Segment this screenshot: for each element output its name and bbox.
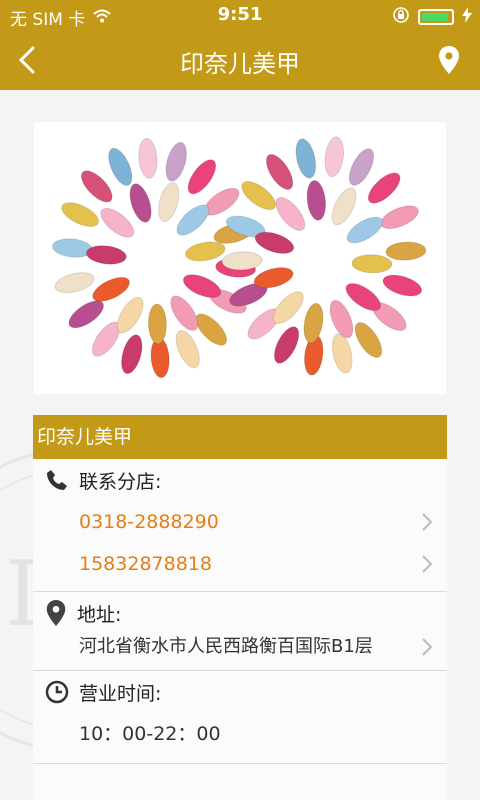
nail-tip [147,303,167,345]
nail-tip [100,207,135,238]
store-info-card: 印奈儿美甲 联系分店: 0318-2888290 15832878818 地址: [33,415,447,800]
nail-tip [348,148,375,186]
address-row[interactable]: 河北省衡水市人民西路衡百国际B1层 [33,634,447,670]
phone-number-2: 15832878818 [79,553,212,575]
nail-tip [303,302,324,344]
nail-tip [367,172,401,204]
hours-label: 营业时间: [79,682,162,705]
charging-icon [462,7,472,27]
store-photo [34,122,446,394]
phone-number-1: 0318-2888290 [79,511,219,533]
address-text: 河北省衡水市人民西路衡百国际B1层 [79,636,373,657]
nail-tip [275,196,306,231]
nail-tip [272,291,304,325]
address-label: 地址: [77,603,122,626]
nail-tip [273,326,300,364]
nail-tip [121,334,143,375]
address-heading: 地址: [33,592,447,634]
contact-section: 联系分店: 0318-2888290 15832878818 [33,459,447,592]
nail-tip [158,182,180,223]
nail-tip [187,159,217,195]
store-name-header: 印奈儿美甲 [33,415,447,459]
nail-tip [380,205,419,230]
battery-icon [418,9,454,25]
nail-tip [385,241,427,261]
nail-tip [195,313,228,346]
nail-tip [329,299,354,339]
navigation-bar: 印奈儿美甲 [0,30,480,90]
orientation-lock-icon [392,6,410,28]
nail-tip [351,254,393,274]
nail-tip [265,153,294,190]
clock-icon [45,680,69,704]
nail-tip [295,138,317,179]
location-pin-icon [439,46,459,74]
nail-tip [129,183,152,223]
nail-tip [138,137,158,179]
page-title: 印奈儿美甲 [180,50,300,78]
nail-tip [175,330,200,369]
nail-tip [346,216,384,244]
contact-heading: 联系分店: [33,459,447,501]
address-section[interactable]: 地址: 河北省衡水市人民西路衡百国际B1层 [33,592,447,671]
nail-art-image [51,136,427,379]
nail-tip [61,202,100,227]
phone-row-2[interactable]: 15832878818 [33,543,447,585]
hours-text: 10：00-22：00 [79,723,221,745]
chevron-right-icon [422,513,433,531]
nail-tip [331,187,357,226]
nail-tip [54,272,95,294]
nail-tip [354,322,383,359]
nail-tip [108,147,133,186]
nail-tip [170,295,199,331]
location-pin-icon [46,600,66,626]
nail-tip [382,274,423,297]
main-content: IMP 印奈儿美甲 联系分店: 0318-2888290 15832878818 [0,90,480,800]
phone-icon [47,470,67,490]
nail-tip [221,251,263,271]
nail-tip [80,170,113,203]
nail-tip [165,141,187,182]
hours-heading: 营业时间: [33,671,447,713]
hours-section: 营业时间: 10：00-22：00 [33,671,447,764]
nail-tip [241,181,277,211]
contact-label: 联系分店: [79,470,162,493]
nail-tip [85,245,127,265]
nail-tip [331,333,353,374]
nail-tip [345,282,382,312]
chevron-right-icon [422,555,433,573]
chevron-right-icon [422,638,433,656]
nail-tip [116,296,144,334]
nail-tip [324,136,345,178]
nail-tip [306,180,327,221]
status-right [392,6,472,28]
status-bar: 无 SIM 卡 9:51 [0,0,480,30]
phone-row-1[interactable]: 0318-2888290 [33,501,447,543]
nail-tip [176,204,210,236]
location-button[interactable] [436,42,462,78]
